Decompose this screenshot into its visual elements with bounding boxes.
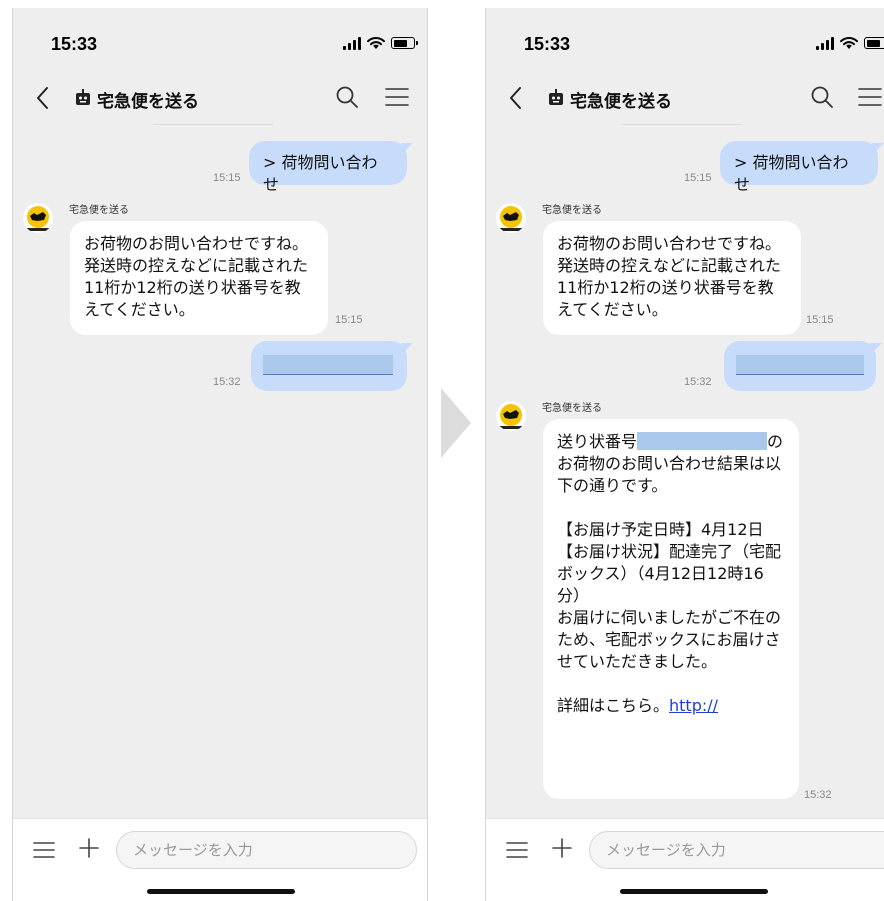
cellular-signal-icon [816,36,834,50]
message-line: えてください。 [557,300,668,319]
home-indicator-area [486,878,884,901]
redacted-tracking-number [263,355,393,375]
sender-name: 宅急便を送る [69,205,129,216]
screen-before: 15:33 宅急便を送る > 荷物問い合わせ 15:15 宅急便を送る お荷物の… [12,8,428,901]
chat-header: 宅急便を送る [13,78,427,118]
outgoing-message[interactable]: > 荷物問い合わせ [249,141,407,194]
message-line: 【お届け状況】配達完了（宅配 [557,542,782,561]
outgoing-message[interactable]: > 荷物問い合わせ [720,141,878,194]
search-icon[interactable] [335,85,359,109]
message-line: 発送時の控えなどに記載された [557,256,782,275]
cellular-signal-icon [343,36,361,50]
sender-avatar[interactable] [23,203,53,233]
battery-icon [391,37,418,49]
black-cat-logo-icon [27,206,49,231]
detail-text: 詳細はこちら。 [557,696,670,715]
hamburger-menu-icon[interactable] [506,841,528,859]
message-time: 15:15 [213,172,241,184]
plus-icon[interactable] [79,838,99,858]
status-bar: 15:33 [51,34,427,58]
outgoing-message-redacted[interactable] [724,341,876,391]
plus-icon[interactable] [552,838,572,858]
search-icon[interactable] [810,85,834,109]
message-line [557,673,785,695]
chevron-left-icon[interactable] [33,84,53,112]
message-input[interactable]: メッセージを入力 [116,831,417,869]
message-line: 下の通りです。 [557,476,668,495]
battery-icon [864,37,884,49]
incoming-message[interactable]: お荷物のお問い合わせですね。 発送時の控えなどに記載された 11桁か12桁の送り… [70,221,328,335]
chevron-left-icon[interactable] [506,84,526,112]
chat-title: 宅急便を送る [570,92,672,112]
message-line: 発送時の控えなどに記載された [84,256,309,275]
message-line: 分） [557,586,590,605]
message-line: 11桁か12桁の送り状番号を教 [84,278,301,297]
redacted-tracking-number [736,355,864,375]
bot-icon [76,89,90,105]
sender-name: 宅急便を送る [542,205,602,216]
message-line [557,497,785,519]
detail-link[interactable]: http:// [669,696,718,715]
sender-name: 宅急便を送る [542,403,602,414]
incoming-message[interactable]: 送り状番号 の お荷物のお問い合わせ結果は以 下の通りです。 【お届け予定日時】4… [543,419,799,799]
message-time: 15:32 [804,789,832,801]
message-time: 15:15 [684,172,712,184]
message-time: 15:32 [684,376,712,388]
screen-after: 15:33 宅急便を送る > 荷物問い合わせ 15:15 宅急便を送る お荷物の… [485,8,884,901]
message-text: の [767,432,784,451]
hamburger-menu-icon[interactable] [858,87,882,107]
status-time: 15:33 [524,34,571,54]
message-line: せていただきました。 [557,652,718,671]
message-text: > 荷物問い合わせ [734,153,849,194]
message-text: 送り状番号 [557,432,638,451]
message-line: えてください。 [84,300,195,319]
home-indicator[interactable] [620,889,768,894]
home-indicator[interactable] [147,889,295,894]
message-text: > 荷物問い合わせ [263,153,378,194]
message-line: ため、宅配ボックスにお届けさ [557,630,781,649]
black-cat-logo-icon [500,404,522,429]
message-input[interactable]: メッセージを入力 [589,831,884,869]
hamburger-menu-icon[interactable] [33,841,55,859]
status-time: 15:33 [51,34,98,54]
redacted-tracking-number [637,432,768,450]
arrow-right-icon [441,388,471,458]
bot-icon [549,89,563,105]
message-line: 11桁か12桁の送り状番号を教 [557,278,774,297]
message-line: ボックス）（4月12日12時16 [557,564,764,583]
wifi-icon [840,37,858,49]
header-divider [153,124,273,125]
incoming-message[interactable]: お荷物のお問い合わせですね。 発送時の控えなどに記載された 11桁か12桁の送り… [543,221,801,335]
message-line: お荷物のお問い合わせですね。 [557,234,782,253]
home-indicator-area [13,878,427,901]
sender-avatar[interactable] [496,203,526,233]
message-time: 15:15 [335,314,363,326]
message-line: お届けに伺いましたがご不在の [557,608,782,627]
wifi-icon [367,37,385,49]
message-line: 【お届け予定日時】4月12日 [557,520,764,539]
header-divider [621,124,741,125]
message-input-bar: メッセージを入力 [486,818,884,878]
message-line: お荷物のお問い合わせ結果は以 [557,454,782,473]
black-cat-logo-icon [500,206,522,231]
message-line: お荷物のお問い合わせですね。 [84,234,309,253]
message-time: 15:15 [806,314,834,326]
message-time: 15:32 [213,376,241,388]
outgoing-message-redacted[interactable] [251,341,407,391]
sender-avatar[interactable] [496,401,526,431]
chat-title: 宅急便を送る [97,92,199,112]
status-bar: 15:33 [524,34,884,58]
chat-header: 宅急便を送る [486,78,884,118]
message-input-bar: メッセージを入力 [13,818,427,878]
hamburger-menu-icon[interactable] [385,87,409,107]
